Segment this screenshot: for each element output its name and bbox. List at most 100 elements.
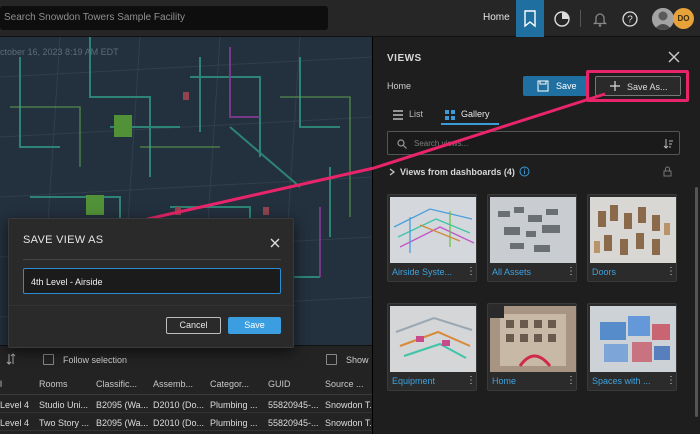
sort-icon[interactable]: [6, 353, 16, 365]
airside-systems-thumbnail: [393, 208, 475, 253]
more-options-icon[interactable]: ⋮: [566, 266, 576, 277]
table-cell: Two Story ...: [39, 418, 90, 428]
view-thumbnail: [390, 197, 476, 263]
views-panel: VIEWS Home Save Save As... List Gallery …: [372, 37, 700, 434]
tab-gallery[interactable]: Gallery: [441, 105, 499, 125]
follow-selection-label: Follow selection: [63, 355, 128, 365]
more-options-icon[interactable]: ⋮: [566, 375, 576, 386]
table-cell: Studio Uni...: [39, 400, 89, 410]
dashboard-icon: [554, 10, 570, 27]
properties-table: Follow selection Show l Rooms Classific.…: [0, 345, 372, 434]
table-header: l Rooms Classific... Assemb... Categor..…: [0, 373, 372, 395]
timeline-timestamp: ctober 16, 2023 8:19 AM EDT: [0, 47, 119, 57]
list-icon: [393, 110, 403, 120]
view-thumbnail: [590, 306, 676, 372]
table-row[interactable]: Level 4 Studio Uni... B2095 (Wa... D2010…: [0, 396, 372, 413]
section-title: Views from dashboards (4): [400, 167, 515, 177]
view-thumbnail: [490, 197, 576, 263]
svg-text:?: ?: [627, 14, 633, 25]
dashboard-views-section[interactable]: Views from dashboards (4): [387, 165, 687, 179]
equipment-thumbnail: [395, 316, 473, 359]
more-options-icon[interactable]: ⋮: [466, 375, 476, 386]
notifications-button[interactable]: [590, 0, 610, 37]
spaces-thumbnail: [600, 316, 670, 362]
view-card[interactable]: Spaces with ... ⋮: [587, 303, 677, 391]
user-initials-badge[interactable]: DO: [673, 8, 694, 29]
table-cell: Snowdon T...: [325, 418, 372, 428]
table-toolbar: Follow selection Show: [0, 346, 372, 372]
view-card-label: Spaces with ...: [592, 376, 651, 386]
table-cell: Snowdon T...: [325, 400, 372, 410]
view-card[interactable]: Equipment ⋮: [387, 303, 477, 391]
view-card-label: Home: [492, 376, 517, 386]
view-card-label: Airside Syste...: [392, 267, 453, 277]
close-icon: [668, 51, 680, 63]
view-card-label: Doors: [592, 267, 617, 277]
panel-title: VIEWS: [387, 53, 422, 64]
view-card-label: All Assets: [492, 267, 532, 277]
panel-scrollbar[interactable]: [695, 187, 698, 417]
global-search-input[interactable]: Search Snowdon Towers Sample Facility: [0, 6, 328, 30]
table-cell: B2095 (Wa...: [96, 400, 148, 410]
chevron-right-icon: [389, 168, 395, 176]
more-options-icon[interactable]: ⋮: [666, 375, 676, 386]
show-label: Show: [346, 355, 369, 365]
bookmark-icon: [524, 10, 536, 28]
top-bar: Search Snowdon Towers Sample Facility Ho…: [0, 0, 700, 37]
views-search-placeholder: Search views...: [414, 139, 469, 148]
all-assets-thumbnail: [498, 207, 560, 252]
tab-gallery-label: Gallery: [461, 109, 490, 119]
avatar-photo: [652, 8, 674, 30]
view-name-value: 4th Level - Airside: [31, 277, 103, 287]
table-cell: Plumbing ...: [210, 418, 258, 428]
views-bookmark-button[interactable]: [516, 0, 544, 37]
sort-icon[interactable]: [663, 138, 674, 149]
home-link[interactable]: Home: [483, 12, 510, 23]
column-header[interactable]: Assemb...: [153, 379, 205, 389]
show-checkbox[interactable]: [326, 354, 337, 365]
column-header[interactable]: Classific...: [96, 379, 148, 389]
view-card[interactable]: Home ⋮: [487, 303, 577, 391]
column-header[interactable]: Source ...: [325, 379, 372, 389]
cancel-button[interactable]: Cancel: [166, 317, 221, 334]
current-view-name: Home: [387, 81, 412, 91]
global-search-placeholder: Search Snowdon Towers Sample Facility: [4, 12, 186, 23]
table-cell: Plumbing ...: [210, 400, 258, 410]
view-card[interactable]: All Assets ⋮: [487, 194, 577, 282]
table-cell: 55820945-...: [268, 400, 319, 410]
view-thumbnail: [390, 306, 476, 372]
dialog-close-button[interactable]: [270, 235, 280, 248]
tab-list-label: List: [409, 109, 424, 119]
doors-thumbnail: [594, 205, 670, 255]
dialog-title: SAVE VIEW AS: [23, 234, 104, 246]
view-name-input[interactable]: 4th Level - Airside: [23, 268, 281, 294]
table-cell: 55820945-...: [268, 418, 319, 428]
toolbar-divider: [580, 10, 581, 27]
column-header[interactable]: Rooms: [39, 379, 91, 389]
view-mode-tabs: List Gallery: [387, 105, 687, 125]
views-search-input[interactable]: Search views...: [387, 131, 680, 155]
bell-icon: [592, 12, 608, 27]
column-header[interactable]: GUID: [268, 379, 320, 389]
table-cell: Level 4: [0, 418, 30, 428]
dialog-save-button[interactable]: Save: [228, 317, 281, 334]
follow-selection-checkbox[interactable]: [43, 354, 54, 365]
view-card[interactable]: Airside Syste... ⋮: [387, 194, 477, 282]
help-button[interactable]: ?: [620, 0, 640, 37]
more-options-icon[interactable]: ⋮: [466, 266, 476, 277]
column-header[interactable]: l: [0, 379, 30, 389]
save-view-button[interactable]: Save: [523, 76, 588, 96]
home-thumbnail: [490, 306, 576, 372]
column-header[interactable]: Categor...: [210, 379, 262, 389]
info-icon[interactable]: [519, 166, 530, 177]
tab-list[interactable]: List: [387, 105, 427, 125]
more-options-icon[interactable]: ⋮: [666, 266, 676, 277]
dashboard-button[interactable]: [550, 0, 574, 37]
save-icon: [537, 80, 549, 92]
view-card[interactable]: Doors ⋮: [587, 194, 677, 282]
lock-icon: [663, 166, 672, 177]
avatar-icon[interactable]: [652, 8, 674, 30]
close-panel-button[interactable]: [666, 49, 682, 65]
table-row[interactable]: Level 4 Two Story ... B2095 (Wa... D2010…: [0, 414, 372, 431]
save-view-as-dialog: SAVE VIEW AS 4th Level - Airside Cancel …: [8, 218, 295, 348]
